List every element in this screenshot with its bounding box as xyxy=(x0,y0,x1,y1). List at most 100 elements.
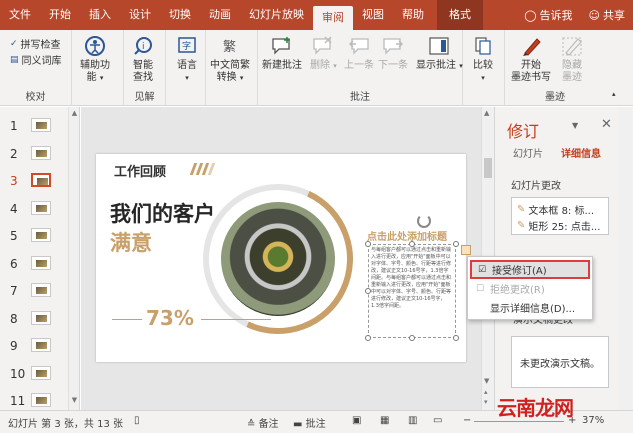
compare-button[interactable]: 比较 ▾ xyxy=(470,34,496,84)
thumbnail-picture xyxy=(37,178,48,185)
slide-thumbnail[interactable]: 11 xyxy=(0,391,70,410)
zoom-out-icon[interactable]: − xyxy=(463,415,471,426)
resize-handle[interactable] xyxy=(409,241,415,247)
reject-change-item[interactable]: ☐ 拒绝更改(R) xyxy=(470,279,590,298)
scrollbar-thumb[interactable] xyxy=(484,158,492,178)
tell-me-label: 告诉我 xyxy=(539,9,573,22)
close-icon[interactable]: ✕ xyxy=(601,117,612,132)
tab-insert[interactable]: 插入 xyxy=(80,0,120,30)
accept-icon: ☑ xyxy=(477,264,487,275)
new-comment-button[interactable]: 新建批注 xyxy=(262,34,302,72)
revision-marker-icon[interactable] xyxy=(461,245,471,255)
normal-view-icon[interactable]: ▣ xyxy=(352,415,361,426)
tab-transitions[interactable]: 切换 xyxy=(160,0,200,30)
title-placeholder[interactable]: 点击此处添加标题 xyxy=(367,228,447,243)
slide-thumbnail[interactable]: 7 xyxy=(0,281,70,303)
tab-view[interactable]: 视图 xyxy=(353,0,393,30)
tab-home[interactable]: 开始 xyxy=(40,0,80,30)
resize-handle[interactable] xyxy=(365,288,371,294)
thumbnail-scrollbar[interactable]: ▲ ▼ xyxy=(68,107,79,410)
next-comment-button[interactable]: 下一条 xyxy=(378,34,408,72)
body-text-box[interactable]: 与每组客户都可以通过点击和重新输入进行更改，应用"开始"面板中可以对字体、字号、… xyxy=(368,244,456,338)
slide-thumbnail[interactable]: 8 xyxy=(0,309,70,331)
tell-me-box[interactable]: ◯ 告诉我 xyxy=(516,7,580,23)
spelling-status-icon[interactable]: ▯ xyxy=(134,415,140,426)
slide-change-item[interactable]: ✎ 文本框 8: 标... xyxy=(517,202,594,217)
slide-number: 3 xyxy=(10,174,18,188)
rotate-handle-icon[interactable] xyxy=(417,214,431,228)
slide[interactable]: 工作回顾 我们的客户 满意 73% 点击此处添加标题 与每组客户都可以通过点击和… xyxy=(96,154,466,362)
tab-file[interactable]: 文件 xyxy=(0,0,40,30)
slide-thumbnail[interactable]: 4 xyxy=(0,199,70,221)
delete-comment-button[interactable]: 删除 ▾ xyxy=(310,34,337,72)
resize-handle[interactable] xyxy=(409,335,415,341)
slide-thumbnail[interactable]: 5 xyxy=(0,226,70,248)
next-slide-icon[interactable]: ▾ xyxy=(484,398,488,406)
slide-number: 1 xyxy=(10,119,18,133)
slide-change-item[interactable]: ✎ 矩形 25: 点击... xyxy=(517,218,600,233)
thumbnail-picture xyxy=(36,314,47,322)
tab-revisions-details[interactable]: 详细信息 xyxy=(561,145,601,160)
delete-comment-label: 删除 xyxy=(310,60,330,71)
chinese-conversion-label-1: 中文简繁 xyxy=(210,60,250,71)
start-inking-button[interactable]: 开始 墨迹书写 xyxy=(511,34,551,84)
slide-thumbnail[interactable]: 10 xyxy=(0,364,70,386)
resize-handle[interactable] xyxy=(453,335,459,341)
accept-revision-item[interactable]: ☑ 接受修订(A) xyxy=(470,260,590,279)
thesaurus-button[interactable]: ▤ 同义词库 xyxy=(10,52,62,68)
revisions-scrollbar[interactable] xyxy=(619,107,632,410)
headline-customers[interactable]: 我们的客户 xyxy=(110,198,215,228)
scroll-down-icon[interactable]: ▼ xyxy=(70,396,79,406)
resize-handle[interactable] xyxy=(365,241,371,247)
show-comments-button[interactable]: 显示批注 ▾ xyxy=(416,34,463,72)
tab-help[interactable]: 帮助 xyxy=(393,0,433,30)
share-button[interactable]: ☺ 共享 xyxy=(581,7,633,23)
scroll-up-icon[interactable]: ▲ xyxy=(484,109,489,117)
circular-photo[interactable] xyxy=(221,202,335,316)
slide-thumbnail[interactable]: 9 xyxy=(0,336,70,358)
svg-text:繁: 繁 xyxy=(223,39,236,55)
zoom-level[interactable]: 37% xyxy=(582,415,604,426)
collapse-ribbon-button[interactable]: ▴ xyxy=(612,90,616,98)
tab-revisions-slides[interactable]: 幻灯片 xyxy=(513,145,543,160)
tab-review[interactable]: 审阅 xyxy=(313,6,353,30)
hide-ink-button[interactable]: 隐藏 墨迹 xyxy=(559,34,585,84)
percent-value[interactable]: 73% xyxy=(146,306,194,330)
comments-button[interactable]: ▬ 批注 xyxy=(293,415,326,430)
notes-label: 备注 xyxy=(258,419,279,430)
prev-slide-icon[interactable]: ▴ xyxy=(484,388,488,396)
pane-options-icon[interactable]: ▼ xyxy=(572,121,578,130)
slide-thumbnail[interactable]: 2 xyxy=(0,144,70,166)
accessibility-button[interactable]: 辅助功 能 ▾ xyxy=(80,34,110,84)
notes-button[interactable]: ≙ 备注 xyxy=(247,415,279,430)
tab-design[interactable]: 设计 xyxy=(120,0,160,30)
reading-view-icon[interactable]: ▥ xyxy=(408,415,417,426)
spell-check-button[interactable]: ✓ 拼写检查 xyxy=(10,36,61,52)
spell-check-label: 拼写检查 xyxy=(20,40,61,51)
start-inking-label-2: 墨迹书写 xyxy=(511,72,551,83)
resize-handle[interactable] xyxy=(453,241,459,247)
language-button[interactable]: 字 语言 ▾ xyxy=(174,34,200,84)
slideshow-view-icon[interactable]: ▭ xyxy=(433,415,442,426)
tab-animations[interactable]: 动画 xyxy=(200,0,240,30)
slide-thumbnail[interactable]: 1 xyxy=(0,116,70,138)
headline-satisfied[interactable]: 满意 xyxy=(110,227,152,257)
thumbnail-image xyxy=(31,173,51,187)
reject-change-label: 拒绝更改(R) xyxy=(490,285,545,296)
scroll-down-icon[interactable]: ▼ xyxy=(484,377,489,385)
zoom-slider[interactable] xyxy=(474,421,564,422)
show-details-item[interactable]: 显示详细信息(D)... xyxy=(470,298,590,317)
smart-lookup-label-1: 智能 xyxy=(133,60,153,71)
smart-lookup-button[interactable]: i 智能 查找 xyxy=(130,34,156,84)
lightbulb-icon: ◯ xyxy=(524,8,537,22)
slide-thumbnail[interactable]: 6 xyxy=(0,254,70,276)
pen-icon xyxy=(518,34,544,58)
slide-sorter-icon[interactable]: ▦ xyxy=(380,415,389,426)
previous-comment-button[interactable]: 上一条 xyxy=(344,34,374,72)
resize-handle[interactable] xyxy=(365,335,371,341)
chinese-conversion-button[interactable]: 繁 中文简繁 转换 ▾ xyxy=(210,34,250,84)
slide-thumbnail[interactable]: 3 xyxy=(0,171,70,193)
tab-slideshow[interactable]: 幻灯片放映 xyxy=(240,0,313,30)
scroll-up-icon[interactable]: ▲ xyxy=(70,109,79,119)
tab-format[interactable]: 格式 xyxy=(437,0,483,30)
